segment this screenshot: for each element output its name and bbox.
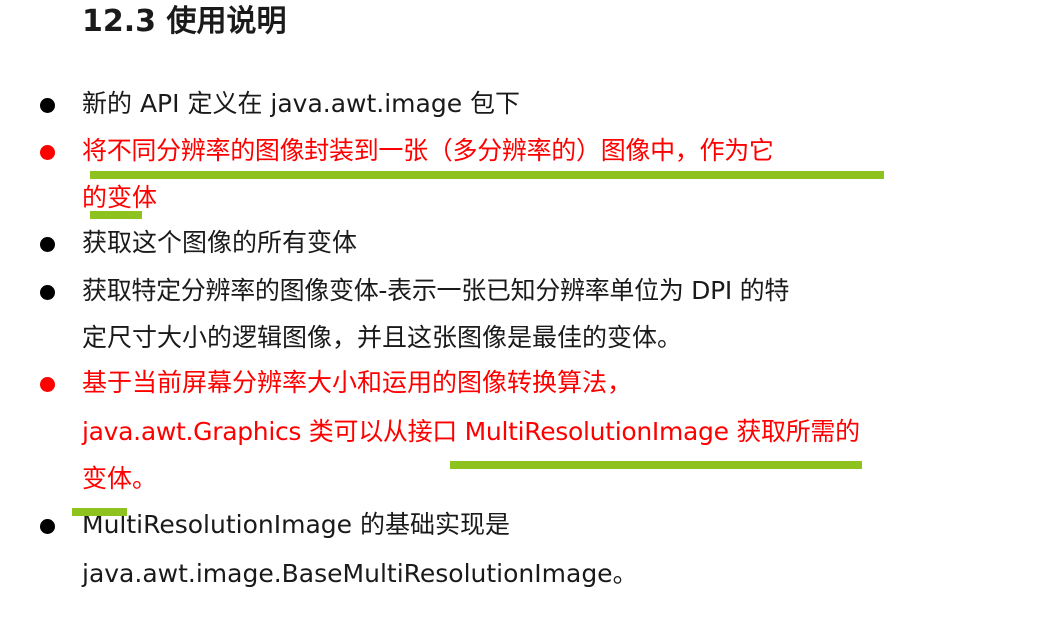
- bullet-5-line-2: java.awt.Graphics 类可以从接口 MultiResolution…: [82, 417, 860, 446]
- bullet-dot-highlight: [40, 377, 55, 392]
- section-heading: 12.3 使用说明: [82, 4, 287, 39]
- bullet-dot-highlight: [40, 145, 55, 160]
- emphasis-underline: [90, 171, 884, 179]
- bullet-5-line-3: 变体。: [82, 464, 158, 493]
- bullet-dot: [40, 237, 55, 252]
- bullet-5-line-1: 基于当前屏幕分辨率大小和运用的图像转换算法，: [82, 368, 633, 397]
- emphasis-underline: [450, 461, 862, 469]
- emphasis-underline: [90, 211, 142, 219]
- bullet-3-line-1: 获取这个图像的所有变体: [82, 228, 358, 257]
- bullet-dot: [40, 98, 55, 113]
- bullet-1-line-1: 新的 API 定义在 java.awt.image 包下: [82, 89, 521, 118]
- bullet-4-line-2: 定尺寸大小的逻辑图像，并且这张图像是最佳的变体。: [82, 323, 683, 352]
- bullet-6-line-1: MultiResolutionImage 的基础实现是: [82, 510, 510, 539]
- bullet-4-line-1: 获取特定分辨率的图像变体-表示一张已知分辨率单位为 DPI 的特: [82, 276, 790, 305]
- bullet-dot: [40, 519, 55, 534]
- emphasis-underline: [72, 508, 127, 516]
- bullet-6-line-2: java.awt.image.BaseMultiResolutionImage。: [82, 559, 638, 588]
- bullet-dot: [40, 285, 55, 300]
- bullet-2-line-1: 将不同分辨率的图像封装到一张（多分辨率的）图像中，作为它: [82, 136, 774, 165]
